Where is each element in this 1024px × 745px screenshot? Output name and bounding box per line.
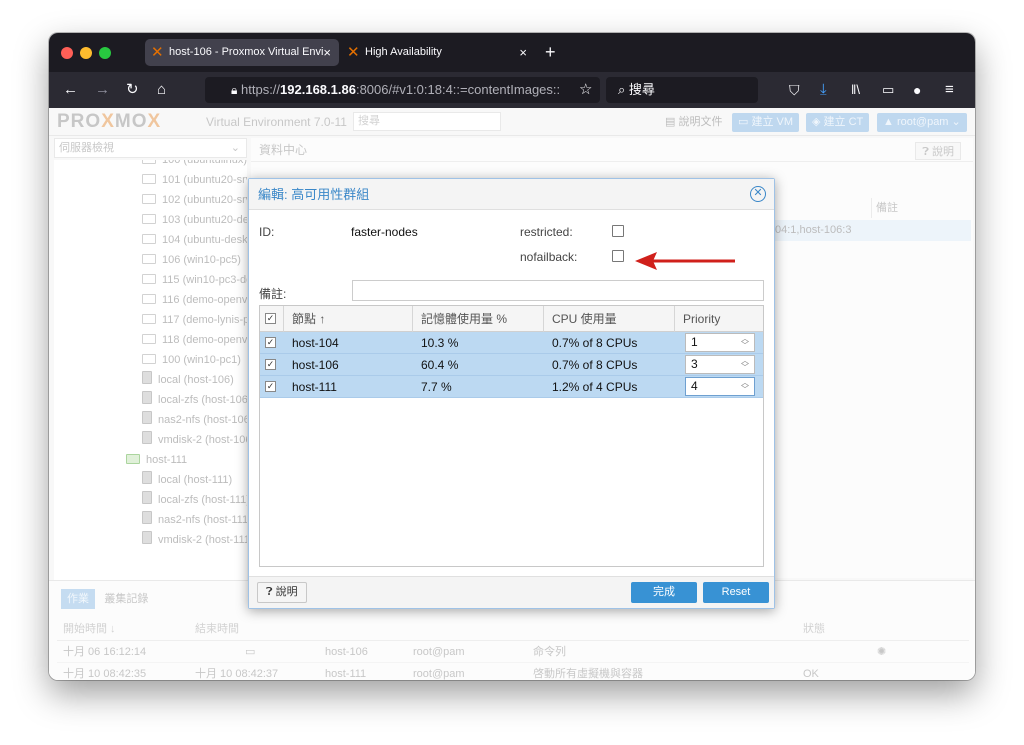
cell-node: host-104 (292, 336, 339, 350)
nofailback-label: nofailback: (520, 250, 578, 264)
row-checkbox[interactable]: ✓ (265, 337, 276, 348)
col-priority[interactable]: Priority (675, 306, 763, 332)
select-all-checkbox[interactable]: ✓ (260, 306, 284, 332)
search-icon: ⌕ (618, 82, 626, 97)
col-memory[interactable]: 記憶體使用量 % (413, 306, 544, 332)
row-checkbox[interactable]: ✓ (265, 381, 276, 392)
col-cpu[interactable]: CPU 使用量 (544, 306, 675, 332)
close-icon[interactable]: ✕ (750, 186, 766, 202)
spinner-arrows-icon: ︿ ﹀ (741, 356, 749, 372)
cell-cpu: 0.7% of 8 CPUs (552, 336, 638, 350)
browser-window: ✕ host-106 - Proxmox Virtual Envi × ✕ Hi… (49, 33, 975, 680)
search-box[interactable]: ⌕ 搜尋 (606, 77, 758, 103)
red-arrow-annotation (635, 252, 735, 270)
cell-mem: 10.3 % (421, 336, 459, 350)
library-icon[interactable]: ‖\ (851, 72, 860, 108)
proxmox-favicon-icon: ✕ (151, 44, 164, 61)
url-rest: :8006/#v1:0:18:4::=contentImages:: (355, 82, 561, 97)
minimize-window-button[interactable] (80, 47, 92, 59)
nofailback-checkbox[interactable] (612, 250, 624, 262)
zoom-window-button[interactable] (99, 47, 111, 59)
bookmark-star-icon[interactable]: ☆ (579, 72, 592, 108)
download-icon[interactable]: ⤓ (820, 72, 827, 108)
navigation-bar: ← → ↻ ⌂ ⛉ 🔒︎ https://192.168.1.86:8006/#… (49, 72, 975, 108)
url-bar[interactable]: 🔒︎ https://192.168.1.86:8006/#v1:0:18:4:… (205, 77, 600, 103)
priority-spinner[interactable]: 1 ︿ ﹀ (685, 333, 755, 352)
menu-icon[interactable]: ≡ (945, 72, 954, 108)
cell-cpu: 1.2% of 4 CPUs (552, 380, 638, 394)
tab-bar: ✕ host-106 - Proxmox Virtual Envi × ✕ Hi… (49, 33, 975, 72)
tab-high-availability[interactable]: ✕ High Availability × (341, 39, 535, 66)
back-arrow-icon[interactable]: ← (63, 72, 78, 108)
node-row[interactable]: ✓ host-111 7.7 % 1.2% of 4 CPUs 4 ︿ ﹀ (260, 376, 763, 398)
col-node[interactable]: 節點 ↑ (284, 306, 413, 332)
account-icon[interactable]: ● (913, 72, 921, 108)
node-row[interactable]: ✓ host-104 10.3 % 0.7% of 8 CPUs 1 ︿ ﹀ (260, 332, 763, 354)
close-window-button[interactable] (61, 47, 73, 59)
new-tab-button[interactable]: + (545, 39, 556, 66)
id-label: ID: (259, 225, 275, 239)
cell-mem: 7.7 % (421, 380, 452, 394)
spinner-arrows-icon: ︿ ﹀ (741, 334, 749, 350)
pocket-icon[interactable]: ⛉ (789, 72, 800, 108)
url-prefix: https:// (241, 82, 281, 97)
comment-input[interactable] (352, 280, 764, 301)
restricted-label: restricted: (520, 225, 573, 239)
node-grid-header: ✓ 節點 ↑ 記憶體使用量 % CPU 使用量 Priority (260, 306, 763, 332)
dialog-title: 編輯: 高可用性群組 ✕ (249, 179, 774, 210)
forward-arrow-icon[interactable]: → (95, 72, 110, 108)
tab-proxmox[interactable]: ✕ host-106 - Proxmox Virtual Envi × (145, 39, 339, 66)
node-grid: ✓ 節點 ↑ 記憶體使用量 % CPU 使用量 Priority ✓ host-1… (259, 305, 764, 567)
row-checkbox[interactable]: ✓ (265, 359, 276, 370)
help-button[interactable]: ❓︎ 說明 (257, 582, 307, 603)
cell-node: host-106 (292, 358, 339, 372)
node-row[interactable]: ✓ host-106 60.4 % 0.7% of 8 CPUs 3 ︿ ﹀ (260, 354, 763, 376)
spinner-arrows-icon: ︿ ﹀ (741, 378, 749, 394)
priority-spinner[interactable]: 4 ︿ ﹀ (685, 377, 755, 396)
cell-mem: 60.4 % (421, 358, 459, 372)
id-value: faster-nodes (351, 225, 418, 239)
dialog-footer: ❓︎ 說明 完成 Reset (249, 576, 774, 608)
reset-button[interactable]: Reset (703, 582, 769, 603)
tab-label: host-106 - Proxmox Virtual Envi (169, 46, 324, 58)
reload-icon[interactable]: ↻ (126, 72, 139, 108)
home-icon[interactable]: ⌂ (157, 72, 166, 108)
restricted-checkbox[interactable] (612, 225, 624, 237)
priority-spinner[interactable]: 3 ︿ ﹀ (685, 355, 755, 374)
comment-label: 備註: (259, 287, 287, 301)
cell-node: host-111 (292, 380, 337, 394)
tab-label: High Availability (365, 46, 442, 58)
search-label: 搜尋 (628, 82, 655, 97)
proxmox-favicon-icon: ✕ (347, 44, 360, 61)
url-host: 192.168.1.86 (280, 82, 356, 97)
tab-close-icon[interactable]: × (323, 39, 331, 66)
tab-close-icon[interactable]: × (519, 39, 527, 66)
edit-ha-group-dialog: 編輯: 高可用性群組 ✕ ID: faster-nodes restricted… (248, 178, 775, 609)
cell-cpu: 0.7% of 8 CPUs (552, 358, 638, 372)
help-icon: ❓︎ (266, 586, 276, 598)
lock-icon: 🔒︎ (231, 83, 238, 97)
ok-button[interactable]: 完成 (631, 582, 697, 603)
sidebar-icon[interactable]: ▭ (882, 72, 894, 108)
